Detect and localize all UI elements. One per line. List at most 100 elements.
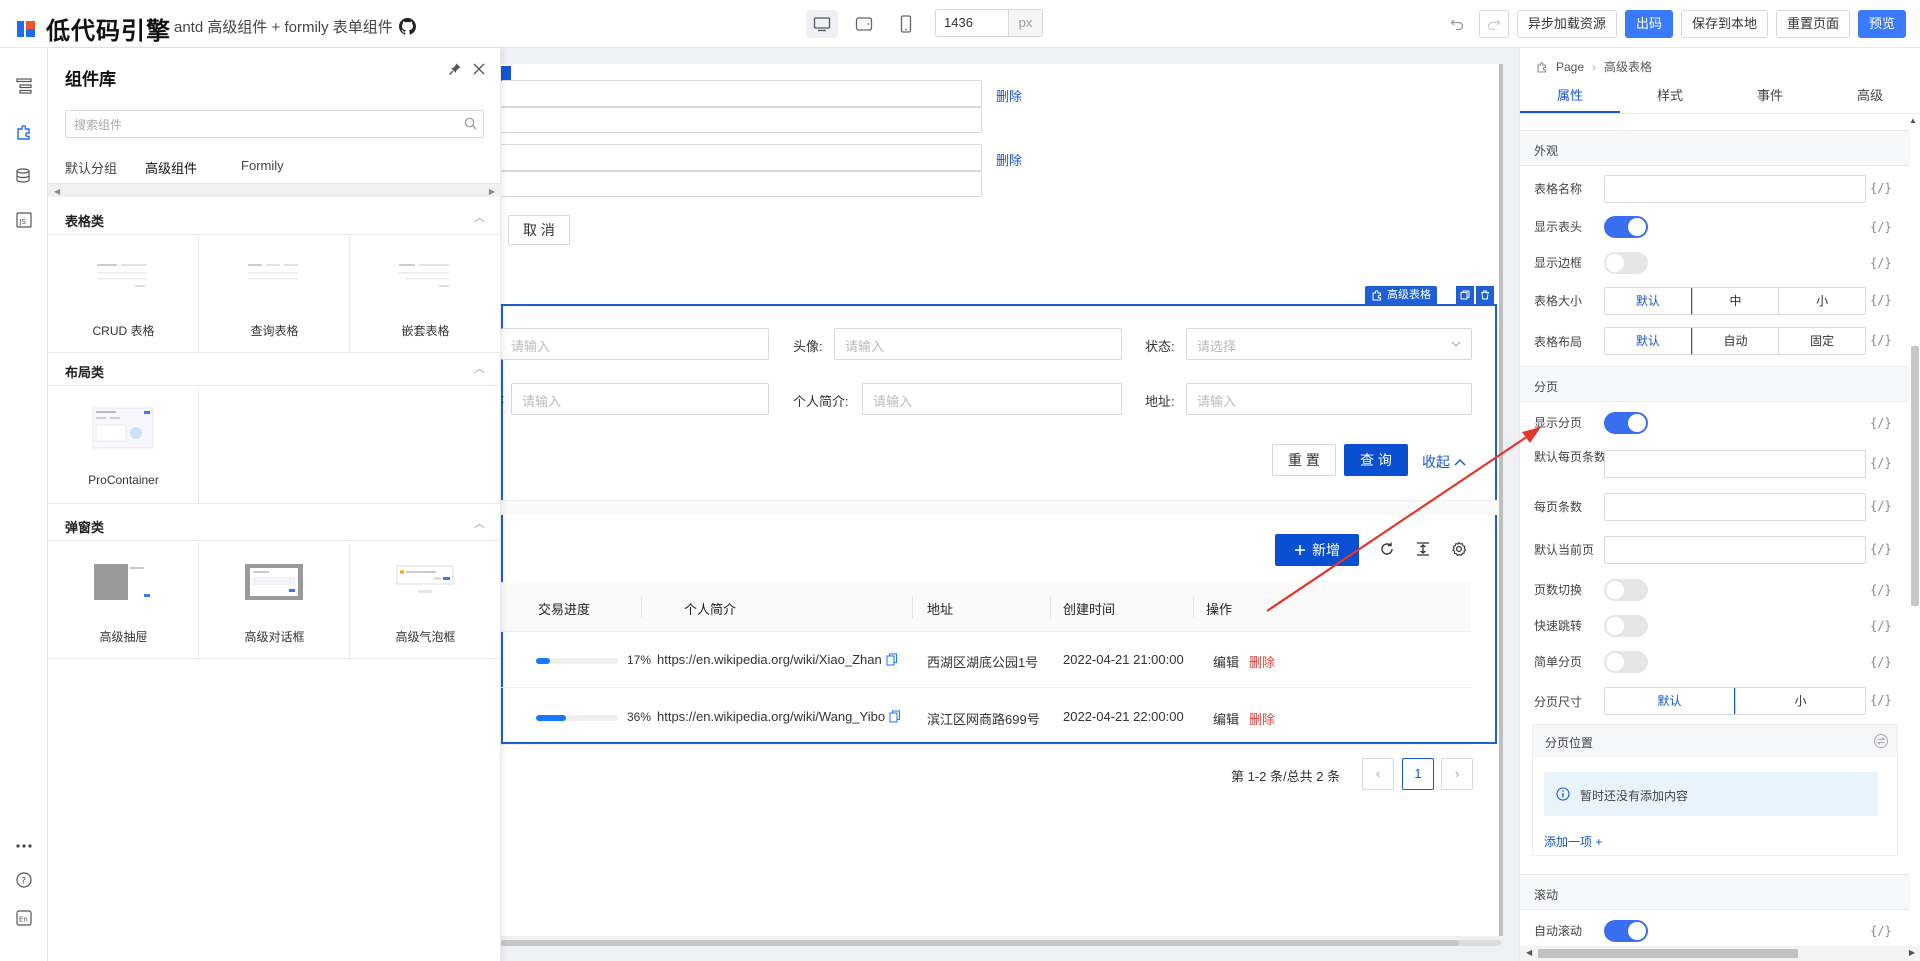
- variable-binding-button[interactable]: {/}: [1870, 181, 1892, 195]
- redo-button[interactable]: [1478, 10, 1509, 38]
- language-button[interactable]: En: [12, 906, 36, 930]
- async-load-button[interactable]: 异步加载资源: [1516, 10, 1617, 38]
- delete-link[interactable]: 删除: [1249, 709, 1275, 728]
- variable-binding-button[interactable]: {/}: [1870, 293, 1892, 307]
- delete-link-1[interactable]: 删除: [996, 86, 1022, 105]
- selected-component-tag[interactable]: 高级表格: [1365, 286, 1437, 304]
- list-input-2[interactable]: [501, 107, 982, 133]
- address-input[interactable]: 请输入: [1186, 383, 1472, 415]
- desktop-device-button[interactable]: [806, 10, 838, 38]
- density-button[interactable]: [1415, 541, 1431, 557]
- list-input-3[interactable]: [501, 144, 982, 171]
- list-input-4[interactable]: [501, 171, 982, 197]
- status-select[interactable]: 请选择: [1186, 328, 1472, 360]
- more-button[interactable]: [12, 834, 36, 858]
- settings-vertical-scrollbar[interactable]: [1911, 346, 1919, 606]
- page-size-input[interactable]: [1604, 493, 1866, 521]
- add-item-link[interactable]: 添加一项 +: [1544, 833, 1602, 850]
- variable-binding-button[interactable]: {/}: [1870, 416, 1892, 430]
- size-middle-option[interactable]: 中: [1691, 288, 1779, 314]
- pager-size-default-option[interactable]: 默认: [1605, 688, 1735, 714]
- delete-link[interactable]: 删除: [1249, 652, 1275, 671]
- page-size-switch-toggle[interactable]: [1604, 579, 1648, 601]
- tab-events[interactable]: 事件: [1720, 78, 1820, 113]
- layout-default-option[interactable]: 默认: [1605, 328, 1692, 354]
- column-header-progress[interactable]: 交易进度: [538, 599, 590, 618]
- variable-binding-button[interactable]: {/}: [1870, 220, 1892, 234]
- copy-component-button[interactable]: [1456, 286, 1474, 304]
- delete-link-2[interactable]: 删除: [996, 150, 1022, 169]
- pager-size-small-option[interactable]: 小: [1735, 688, 1865, 714]
- column-header-bio[interactable]: 个人简介: [684, 599, 736, 618]
- reload-button[interactable]: [1379, 541, 1395, 557]
- variable-binding-button[interactable]: {/}: [1870, 655, 1892, 669]
- canvas-horizontal-scrollbar[interactable]: [501, 940, 1501, 946]
- save-local-button[interactable]: 保存到本地: [1680, 10, 1768, 38]
- pin-button[interactable]: [448, 62, 462, 76]
- tab-styles[interactable]: 样式: [1620, 78, 1720, 113]
- scrollbar-thumb[interactable]: [501, 940, 1459, 946]
- settings-horizontal-scrollbar[interactable]: ◀ ▶: [1520, 946, 1920, 961]
- github-icon[interactable]: [398, 18, 416, 35]
- tab-properties[interactable]: 属性: [1520, 78, 1620, 113]
- variable-binding-button[interactable]: {/}: [1870, 456, 1892, 470]
- tab-advanced[interactable]: 高级: [1820, 78, 1920, 113]
- layout-auto-option[interactable]: 自动: [1691, 328, 1779, 354]
- library-tabs-scrollbar[interactable]: ◀ ▶: [48, 183, 501, 197]
- default-current-input[interactable]: [1604, 536, 1866, 564]
- default-page-size-input[interactable]: [1604, 450, 1866, 478]
- collapse-toggle[interactable]: 收起: [1422, 452, 1466, 472]
- variable-binding-button[interactable]: {/}: [1870, 499, 1892, 513]
- query-field-1-input[interactable]: 请输入: [501, 328, 769, 360]
- canvas-vertical-scrollbar[interactable]: [1499, 64, 1503, 936]
- undo-button[interactable]: [1443, 10, 1471, 38]
- layout-fixed-option[interactable]: 固定: [1778, 328, 1865, 354]
- prev-page-button[interactable]: ‹: [1362, 758, 1394, 790]
- tablet-device-button[interactable]: [848, 10, 880, 38]
- variable-binding-button[interactable]: {/}: [1870, 924, 1892, 938]
- query-field-4-input[interactable]: 请输入: [511, 383, 769, 415]
- category-layout[interactable]: 布局类 ︿: [48, 354, 501, 386]
- show-pagination-toggle[interactable]: [1604, 412, 1648, 434]
- swap-icon[interactable]: [1873, 733, 1889, 749]
- simple-pagination-toggle[interactable]: [1604, 651, 1648, 673]
- list-input-1[interactable]: [501, 80, 982, 107]
- reset-page-button[interactable]: 重置页面: [1775, 10, 1850, 38]
- help-button[interactable]: ?: [12, 868, 36, 892]
- variable-binding-button[interactable]: {/}: [1870, 583, 1892, 597]
- section-pagination[interactable]: 分页: [1520, 366, 1910, 402]
- copy-icon[interactable]: [886, 653, 898, 666]
- component-card-advanced-popconfirm[interactable]: 高级气泡框: [350, 542, 501, 658]
- outline-tree-button[interactable]: [12, 74, 36, 98]
- quick-jump-toggle[interactable]: [1604, 615, 1648, 637]
- copy-icon[interactable]: [889, 710, 901, 723]
- section-appearance[interactable]: 外观: [1520, 130, 1910, 166]
- variable-binding-button[interactable]: {/}: [1870, 256, 1892, 270]
- show-border-toggle[interactable]: [1604, 252, 1648, 274]
- avatar-input[interactable]: 请输入: [834, 328, 1122, 360]
- category-popup[interactable]: 弹窗类 ︿: [48, 509, 501, 541]
- component-library-button[interactable]: [12, 120, 36, 144]
- column-header-actions[interactable]: 操作: [1206, 599, 1232, 618]
- close-library-button[interactable]: [472, 62, 486, 76]
- scrollbar-thumb[interactable]: [1538, 949, 1798, 958]
- canvas-page[interactable]: 删除 删除 取 消 高级表格 请输入 头像: 请输入 状态: 请选择 : 请输入…: [501, 64, 1499, 936]
- show-header-toggle[interactable]: [1604, 216, 1648, 238]
- component-search-input[interactable]: 搜索组件: [65, 110, 484, 138]
- preview-button[interactable]: 预览: [1857, 10, 1906, 38]
- export-code-button[interactable]: 出码: [1624, 10, 1673, 38]
- next-page-button[interactable]: ›: [1441, 758, 1473, 790]
- column-settings-button[interactable]: [1451, 541, 1467, 557]
- reset-button[interactable]: 重 置: [1272, 444, 1336, 476]
- canvas-width-input[interactable]: 1436 px: [935, 9, 1043, 37]
- breadcrumb-root[interactable]: Page: [1556, 60, 1584, 74]
- variable-binding-button[interactable]: {/}: [1870, 333, 1892, 347]
- component-card-advanced-drawer[interactable]: 高级抽屉: [48, 542, 199, 658]
- component-card-nested-table[interactable]: 嵌套表格: [350, 236, 501, 352]
- column-header-created[interactable]: 创建时间: [1063, 599, 1115, 618]
- section-scroll[interactable]: 滚动: [1520, 874, 1910, 910]
- component-card-crud-table[interactable]: CRUD 表格: [48, 236, 199, 352]
- component-card-advanced-modal[interactable]: 高级对话框: [199, 542, 350, 658]
- edit-link[interactable]: 编辑: [1213, 709, 1239, 728]
- size-default-option[interactable]: 默认: [1605, 288, 1692, 314]
